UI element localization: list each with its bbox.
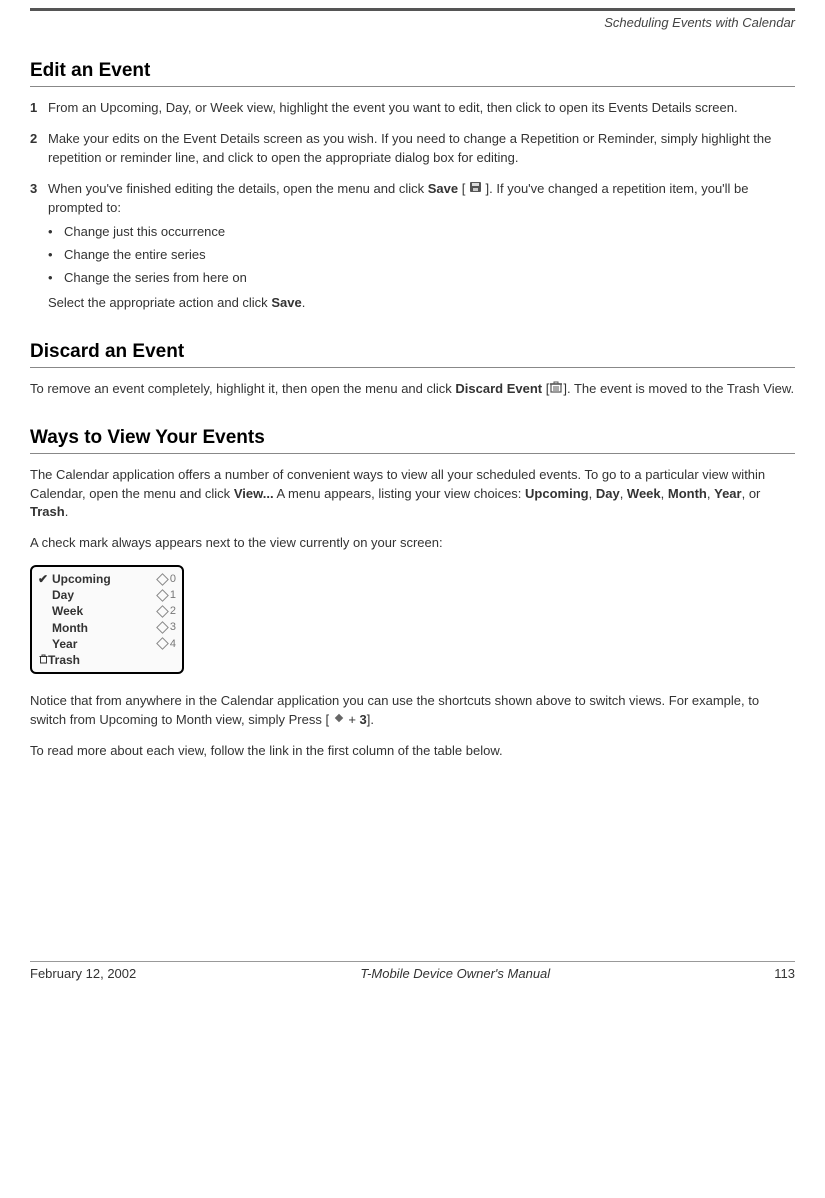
bracket-open: [: [458, 181, 469, 196]
save-label: Save: [428, 181, 458, 196]
shortcut: 0: [158, 572, 176, 587]
menu-item-trash: Trash: [38, 652, 176, 668]
footer-title: T-Mobile Device Owner's Manual: [360, 966, 550, 981]
save-icon: [469, 180, 482, 199]
tail-c: .: [302, 295, 306, 310]
step-number: 2: [30, 130, 48, 168]
footer-page-number: 113: [774, 966, 795, 981]
step-text-pre: When you've finished editing the details…: [48, 181, 428, 196]
views-p2: A check mark always appears next to the …: [30, 534, 795, 553]
step-text: From an Upcoming, Day, or Week view, hig…: [48, 99, 795, 118]
views-p3: Notice that from anywhere in the Calenda…: [30, 692, 795, 730]
step-2: 2 Make your edits on the Event Details s…: [30, 130, 795, 168]
view-menu-label: View...: [234, 486, 274, 501]
menu-item-day: Day 1: [38, 587, 176, 603]
running-head: Scheduling Events with Calendar: [30, 15, 795, 30]
step-1: 1 From an Upcoming, Day, or Week view, h…: [30, 99, 795, 118]
step-number: 1: [30, 99, 48, 118]
menu-item-year: Year 4: [38, 636, 176, 652]
shortcut: 3: [158, 620, 176, 635]
discard-a: To remove an event completely, highlight…: [30, 381, 455, 396]
subitem-text: Change the series from here on: [64, 269, 247, 288]
shortcut: 4: [158, 637, 176, 652]
discard-c: [: [542, 381, 549, 396]
shortcut: 1: [158, 588, 176, 603]
menu-item-month: Month 3: [38, 620, 176, 636]
views-p1: The Calendar application offers a number…: [30, 466, 795, 523]
menu-item-week: Week 2: [38, 603, 176, 619]
heading-ways-to-view: Ways to View Your Events: [30, 427, 795, 454]
step-number: 3: [30, 180, 48, 313]
discard-paragraph: To remove an event completely, highlight…: [30, 380, 795, 399]
diamond-icon: [156, 605, 169, 618]
diamond-icon: [333, 711, 345, 730]
subitem-text: Change just this occurrence: [64, 223, 225, 242]
save-label: Save: [271, 295, 301, 310]
heading-edit-event: Edit an Event: [30, 60, 795, 87]
view-menu-screenshot: ✔ Upcoming 0 Day 1 Week 2 Month 3 Year 4…: [30, 565, 184, 674]
trash-icon: [549, 380, 563, 399]
diamond-icon: [156, 589, 169, 602]
step-text: Make your edits on the Event Details scr…: [48, 130, 795, 168]
checkmark-icon: ✔: [38, 571, 52, 587]
diamond-icon: [156, 638, 169, 651]
menu-item-upcoming: ✔ Upcoming 0: [38, 571, 176, 587]
bullet: •: [48, 246, 64, 265]
shortcut: 2: [158, 604, 176, 619]
diamond-icon: [156, 621, 169, 634]
discard-event-label: Discard Event: [455, 381, 542, 396]
subitem-text: Change the entire series: [64, 246, 206, 265]
sublist: •Change just this occurrence •Change the…: [48, 223, 795, 288]
footer-date: February 12, 2002: [30, 966, 136, 981]
bullet: •: [48, 269, 64, 288]
trash-icon: [38, 652, 48, 668]
views-p4: To read more about each view, follow the…: [30, 742, 795, 761]
diamond-icon: [156, 573, 169, 586]
step-3: 3 When you've finished editing the detai…: [30, 180, 795, 313]
tail-a: Select the appropriate action and click: [48, 295, 271, 310]
heading-discard-event: Discard an Event: [30, 341, 795, 368]
discard-d: ]. The event is moved to the Trash View.: [563, 381, 794, 396]
bullet: •: [48, 223, 64, 242]
page-footer: February 12, 2002 T-Mobile Device Owner'…: [30, 961, 795, 1001]
